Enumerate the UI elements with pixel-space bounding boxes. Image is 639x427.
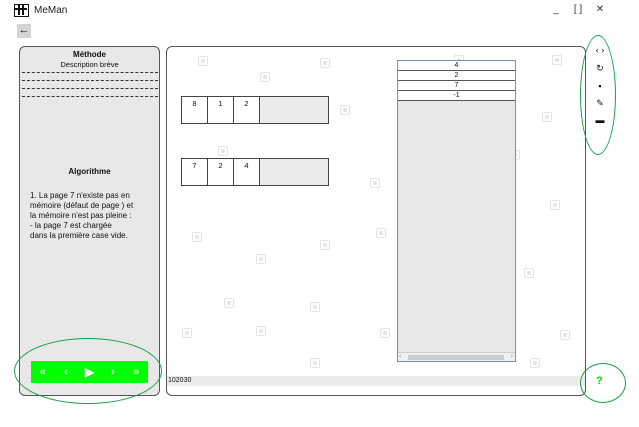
watermark-icon xyxy=(337,102,353,118)
watermark-icon xyxy=(317,237,333,253)
minimize-button[interactable]: _ xyxy=(549,4,563,15)
watermark-icon xyxy=(373,225,389,241)
watermark-icon xyxy=(215,143,231,159)
algorithm-title: Algorithme xyxy=(68,167,111,176)
list-item[interactable]: -1 xyxy=(398,91,515,101)
algorithm-text: 1. La page 7 n'existe pas en mémoire (dé… xyxy=(30,191,155,241)
algorithm-line: 1. La page 7 n'existe pas en xyxy=(30,191,130,200)
annotation-oval xyxy=(580,363,626,403)
annotation-oval xyxy=(580,35,616,155)
algorithm-line: la mémoire n'est pas pleine : xyxy=(30,211,132,220)
method-description: Description brève xyxy=(60,60,119,69)
maximize-button[interactable]: [ ] xyxy=(571,4,585,15)
watermark-icon xyxy=(317,55,333,71)
watermark-icon xyxy=(521,265,537,281)
frame-cell: 4 xyxy=(234,159,260,185)
watermark-icon xyxy=(257,69,273,85)
watermark-icon xyxy=(221,295,237,311)
list-item[interactable]: 4 xyxy=(398,61,515,71)
watermark-icon xyxy=(367,175,383,191)
app-logo-icon xyxy=(14,4,29,17)
divider xyxy=(22,96,158,97)
status-bar: 102030 xyxy=(167,376,585,386)
watermark-icon xyxy=(189,229,205,245)
watermark-icon xyxy=(549,52,565,68)
divider xyxy=(22,80,158,81)
watermark-icon xyxy=(547,197,563,213)
watermark-icon xyxy=(253,251,269,267)
frame-cell-empty xyxy=(260,97,328,123)
algorithm-line: - la page 7 est chargée xyxy=(30,221,112,230)
status-text: 102030 xyxy=(168,377,192,384)
simulation-panel: 8 1 2 7 2 4 4 2 7 -1 ‹ › 102030 xyxy=(166,46,586,396)
watermark-icon xyxy=(253,323,269,339)
watermark-icon xyxy=(307,355,323,371)
divider xyxy=(22,88,158,89)
app-title: MeMan xyxy=(34,5,68,16)
memory-frames-row-1: 8 1 2 xyxy=(181,96,329,124)
frame-cell: 2 xyxy=(234,97,260,123)
frame-cell-empty xyxy=(260,159,328,185)
watermark-icon xyxy=(539,109,555,125)
close-button[interactable]: ✕ xyxy=(593,4,607,15)
frame-cell: 1 xyxy=(208,97,234,123)
watermark-icon xyxy=(195,53,211,69)
list-item[interactable]: 7 xyxy=(398,81,515,91)
annotation-oval xyxy=(14,338,162,404)
watermark-icon xyxy=(179,325,195,341)
frame-cell: 7 xyxy=(182,159,208,185)
watermark-icon xyxy=(557,327,573,343)
watermark-icon xyxy=(527,355,543,371)
frame-cell: 8 xyxy=(182,97,208,123)
horizontal-scrollbar[interactable]: ‹ › xyxy=(398,352,515,361)
algorithm-line: dans la première case vide. xyxy=(30,231,128,240)
scrollbar-thumb[interactable] xyxy=(408,355,504,360)
algorithm-line: mémoire (défaut de page ) et xyxy=(30,201,134,210)
title-bar: MeMan _ [ ] ✕ xyxy=(0,0,639,22)
divider xyxy=(22,72,158,73)
scroll-left-icon[interactable]: ‹ xyxy=(399,353,401,360)
list-item[interactable]: 2 xyxy=(398,71,515,81)
method-title: Méthode xyxy=(73,50,106,59)
back-arrow-icon[interactable]: ← xyxy=(17,24,31,38)
scroll-right-icon[interactable]: › xyxy=(511,353,513,360)
memory-frames-row-2: 7 2 4 xyxy=(181,158,329,186)
watermark-icon xyxy=(307,299,323,315)
frame-cell: 2 xyxy=(208,159,234,185)
reference-list[interactable]: 4 2 7 -1 ‹ › xyxy=(397,60,516,362)
watermark-icon xyxy=(377,325,393,341)
